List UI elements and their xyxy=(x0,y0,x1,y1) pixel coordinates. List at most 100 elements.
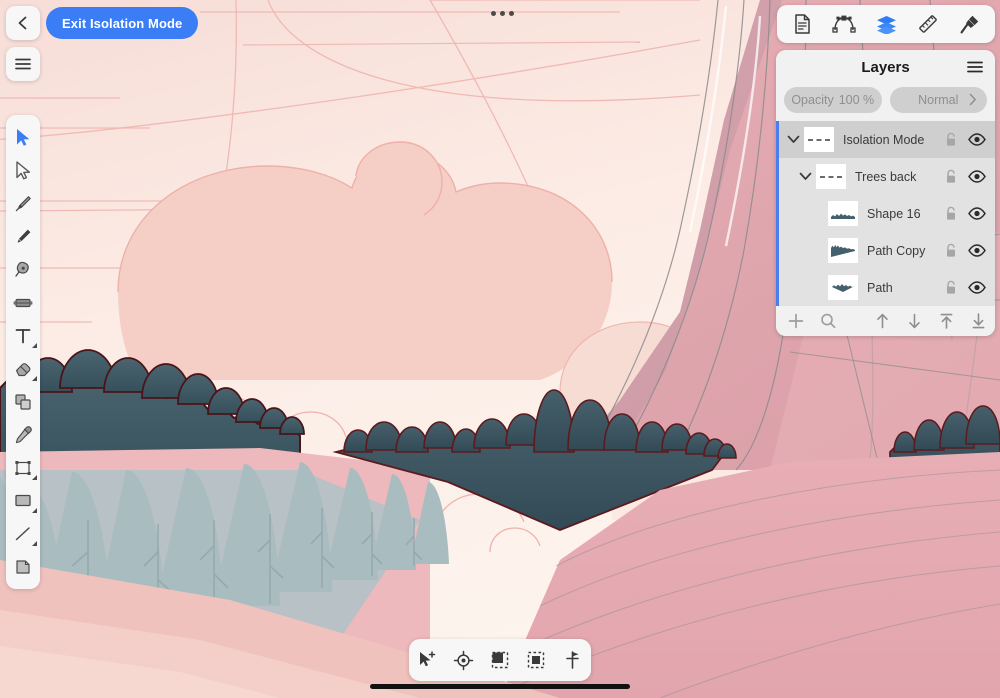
arrow-up-icon xyxy=(877,313,888,329)
cursor-plus-icon xyxy=(420,651,436,667)
layers-persona[interactable] xyxy=(865,7,907,41)
blend-mode-control[interactable]: Normal xyxy=(889,87,987,113)
exit-isolation-mode-button[interactable]: Exit Isolation Mode xyxy=(46,7,199,39)
layer-name: Isolation Mode xyxy=(843,132,925,147)
main-menu-button[interactable] xyxy=(6,47,40,81)
hamburger-icon xyxy=(15,58,31,70)
lock-icon xyxy=(947,280,955,294)
lock-icon xyxy=(947,206,955,220)
insert-behind-button[interactable] xyxy=(485,645,515,675)
layers-panel-menu-button[interactable] xyxy=(966,60,984,79)
layers-panel-footer xyxy=(776,306,995,336)
shape-builder-tool[interactable] xyxy=(6,385,40,418)
node-tool[interactable] xyxy=(6,154,40,187)
forest-wedge-thumb xyxy=(831,244,855,257)
add-layer-button[interactable] xyxy=(780,306,812,336)
move-to-bottom-button[interactable] xyxy=(963,306,995,336)
layer-lock-toggle[interactable] xyxy=(938,132,964,147)
eye-icon xyxy=(968,244,986,257)
chevron-left-icon xyxy=(18,16,27,30)
brush-tool[interactable] xyxy=(6,253,40,286)
forest-flat-thumb xyxy=(831,213,855,219)
layer-row[interactable]: Shape 16 xyxy=(776,195,995,232)
layer-name: Path Copy xyxy=(867,243,926,258)
eye-icon xyxy=(968,281,986,294)
move-up-button[interactable] xyxy=(866,306,898,336)
submenu-indicator xyxy=(32,343,37,348)
layer-visibility-toggle[interactable] xyxy=(964,170,990,183)
select-add-button[interactable] xyxy=(412,645,442,675)
snap-button[interactable] xyxy=(558,645,588,675)
move-tool[interactable] xyxy=(6,121,40,154)
layer-lock-toggle[interactable] xyxy=(938,280,964,295)
pencil-tool[interactable] xyxy=(6,220,40,253)
selection-indicator xyxy=(776,232,779,269)
layer-row[interactable]: Isolation Mode xyxy=(776,121,995,158)
lock-icon xyxy=(947,132,955,146)
pin-flag-icon xyxy=(565,651,579,669)
color-picker-tool[interactable] xyxy=(6,418,40,451)
artboard-corner-icon xyxy=(16,559,30,574)
disclosure-toggle[interactable] xyxy=(782,135,804,144)
layer-lock-toggle[interactable] xyxy=(938,243,964,258)
chevron-right-icon xyxy=(969,93,977,109)
line-icon xyxy=(15,526,30,540)
pen-tool[interactable] xyxy=(6,187,40,220)
layer-row[interactable]: Trees back xyxy=(776,158,995,195)
dashed-line-thumb xyxy=(820,175,842,178)
text-t-icon xyxy=(15,328,31,343)
document-persona[interactable] xyxy=(781,7,823,41)
layer-lock-toggle[interactable] xyxy=(938,206,964,221)
layer-thumbnail xyxy=(828,275,858,300)
selection-indicator xyxy=(776,269,779,306)
search-layers-button[interactable] xyxy=(812,306,844,336)
pixel-persona[interactable] xyxy=(823,7,865,41)
back-button[interactable] xyxy=(6,6,40,40)
move-down-button[interactable] xyxy=(899,306,931,336)
insert-inside-button[interactable] xyxy=(521,645,551,675)
layers-panel-title: Layers xyxy=(861,58,910,76)
rectangle-tool[interactable] xyxy=(6,484,40,517)
submenu-indicator xyxy=(32,376,37,381)
overflow-menu-button[interactable] xyxy=(487,7,518,20)
layer-visibility-toggle[interactable] xyxy=(964,244,990,257)
hamburger-icon xyxy=(967,61,983,73)
submenu-indicator xyxy=(32,541,37,546)
layer-lock-toggle[interactable] xyxy=(938,169,964,184)
opacity-label: Opacity xyxy=(791,93,834,107)
opacity-control[interactable]: Opacity 100 % xyxy=(784,87,882,113)
dot-2 xyxy=(500,11,505,16)
chevron-down-icon xyxy=(799,172,811,180)
layers-panel-header: Layers xyxy=(776,50,995,84)
layers-panel-controls: Opacity 100 % Normal xyxy=(776,84,995,121)
align-center-button[interactable] xyxy=(449,645,479,675)
opacity-value: 100 % xyxy=(838,93,875,107)
eye-icon xyxy=(968,133,986,146)
persona-toolbar xyxy=(777,5,995,43)
shape-builder-icon xyxy=(15,393,31,410)
fill-persona[interactable] xyxy=(949,7,991,41)
eraser-tool[interactable] xyxy=(6,352,40,385)
transform-frame-icon xyxy=(15,460,31,475)
disclosure-toggle[interactable] xyxy=(794,172,816,181)
layer-row[interactable]: Path xyxy=(776,269,995,306)
transform-tool[interactable] xyxy=(6,451,40,484)
line-tool[interactable] xyxy=(6,517,40,550)
fill-tool[interactable] xyxy=(6,286,40,319)
layer-visibility-toggle[interactable] xyxy=(964,207,990,220)
layer-visibility-toggle[interactable] xyxy=(964,133,990,146)
layer-visibility-toggle[interactable] xyxy=(964,281,990,294)
fill-cylinder-icon xyxy=(13,298,33,307)
selection-indicator xyxy=(776,158,779,195)
lock-icon xyxy=(947,243,955,257)
pencil-icon xyxy=(17,229,31,243)
artboard-tool[interactable] xyxy=(6,550,40,583)
text-tool[interactable] xyxy=(6,319,40,352)
stroke-persona[interactable] xyxy=(907,7,949,41)
paintbrush-icon xyxy=(15,261,29,277)
layer-thumbnail xyxy=(816,164,846,189)
move-to-top-button[interactable] xyxy=(931,306,963,336)
arrow-to-top-icon xyxy=(940,313,953,329)
submenu-indicator xyxy=(32,508,37,513)
layer-row[interactable]: Path Copy xyxy=(776,232,995,269)
